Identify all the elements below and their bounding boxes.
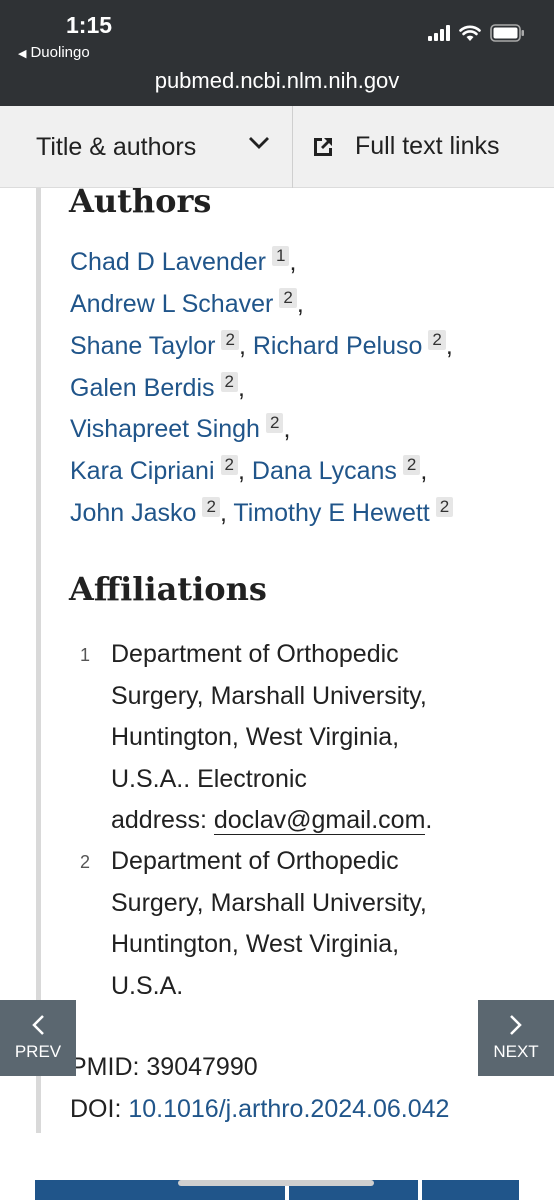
- affiliations-heading: Affiliations: [69, 570, 267, 608]
- affiliation-line: U.S.A.: [111, 971, 184, 1000]
- author-line: Galen Berdis 2,: [70, 372, 245, 402]
- affiliation-line: Department of Orthopedic: [111, 847, 399, 875]
- affiliation-ref[interactable]: 2: [428, 330, 446, 350]
- authors-heading: Authors: [69, 182, 212, 220]
- author-line: Chad D Lavender 1,: [70, 246, 297, 276]
- prev-label: PREV: [14, 1042, 62, 1061]
- author-link[interactable]: Chad D Lavender: [70, 248, 266, 276]
- author-line: John Jasko 2, Timothy E Hewett 2: [70, 497, 454, 528]
- title-authors-label: Title & authors: [36, 132, 197, 161]
- pmid-value: 39047990: [146, 1053, 258, 1081]
- affiliation-item: Department of Orthopedic Surgery, Marsha…: [111, 634, 491, 842]
- author-link[interactable]: Richard Peluso: [253, 332, 423, 360]
- chevron-right-icon: [510, 1015, 522, 1035]
- title-authors-dropdown[interactable]: Title & authors: [0, 106, 293, 188]
- author-line: Andrew L Schaver 2,: [70, 288, 304, 318]
- browser-top-bar: 1:15 ◀ Duolingo pubmed.ncbi.nlm.nih.gov: [0, 0, 554, 106]
- back-app-label: Duolingo: [30, 44, 90, 61]
- affiliation-ref[interactable]: 2: [402, 455, 421, 475]
- author-link[interactable]: Vishapreet Singh: [70, 415, 260, 443]
- author-link[interactable]: Shane Taylor: [70, 332, 215, 360]
- home-indicator: [178, 1180, 374, 1186]
- status-icons: [428, 24, 526, 42]
- author-link[interactable]: John Jasko: [70, 499, 196, 527]
- full-text-links-label: Full text links: [355, 132, 500, 160]
- next-button[interactable]: NEXT: [478, 1000, 554, 1076]
- affiliation-ref[interactable]: 2: [202, 497, 220, 517]
- back-to-app-link[interactable]: ◀ Duolingo: [18, 44, 90, 61]
- affiliation-line: U.S.A.. Electronic: [111, 764, 307, 793]
- back-triangle-icon: ◀: [18, 48, 27, 60]
- external-link-icon: [314, 137, 332, 156]
- cellular-signal-icon: [428, 25, 450, 41]
- author-link[interactable]: Kara Cipriani: [70, 457, 215, 485]
- author-line: Shane Taylor 2, Richard Peluso 2,: [70, 330, 453, 360]
- email-link[interactable]: doclav@gmail.com: [213, 806, 426, 835]
- affiliation-ref[interactable]: 2: [279, 288, 297, 308]
- article-toolbar: Title & authors Full text links: [0, 106, 554, 188]
- section-rule: [36, 188, 41, 1133]
- affiliation-item: Department of Orthopedic Surgery, Marsha…: [111, 841, 491, 1007]
- affiliation-line: Surgery, Marshall University,: [111, 888, 427, 917]
- author-line: Vishapreet Singh 2,: [70, 413, 291, 443]
- affiliation-line: address: doclav@gmail.com.: [111, 806, 433, 835]
- affiliation-ref[interactable]: 2: [220, 372, 238, 392]
- url-bar[interactable]: pubmed.ncbi.nlm.nih.gov: [0, 68, 554, 94]
- affiliation-line: Surgery, Marshall University,: [111, 681, 427, 710]
- pmid: PMID: 39047990: [70, 1053, 258, 1081]
- chevron-down-icon: [249, 137, 269, 149]
- author-link[interactable]: Andrew L Schaver: [70, 290, 273, 318]
- affiliation-number: 2: [80, 852, 91, 872]
- doi-link[interactable]: 10.1016/j.arthro.2024.06.042: [128, 1095, 449, 1123]
- author-link[interactable]: Dana Lycans: [252, 457, 397, 485]
- author-line: Kara Cipriani 2, Dana Lycans 2,: [70, 455, 428, 485]
- affiliation-line: Huntington, West Virginia,: [111, 930, 400, 958]
- doi: DOI: 10.1016/j.arthro.2024.06.042: [70, 1095, 450, 1123]
- author-link[interactable]: Timothy E Hewett: [233, 499, 429, 527]
- next-label: NEXT: [493, 1042, 539, 1061]
- affiliation-number: 1: [80, 645, 91, 665]
- affiliation-line: Huntington, West Virginia,: [111, 723, 400, 751]
- full-text-links-button[interactable]: Full text links: [293, 106, 554, 187]
- affiliation-line: Department of Orthopedic: [111, 640, 399, 668]
- affiliation-ref[interactable]: 2: [220, 455, 238, 475]
- wifi-icon: [459, 25, 481, 41]
- battery-icon: [490, 24, 524, 42]
- affiliation-ref[interactable]: 2: [435, 497, 454, 517]
- status-time: 1:15: [66, 12, 113, 38]
- affiliation-ref[interactable]: 2: [265, 413, 284, 433]
- affiliation-ref[interactable]: 1: [271, 246, 290, 266]
- affiliation-ref[interactable]: 2: [221, 330, 239, 350]
- prev-button[interactable]: PREV: [0, 1000, 76, 1076]
- author-link[interactable]: Galen Berdis: [70, 374, 215, 402]
- chevron-left-icon: [32, 1015, 44, 1035]
